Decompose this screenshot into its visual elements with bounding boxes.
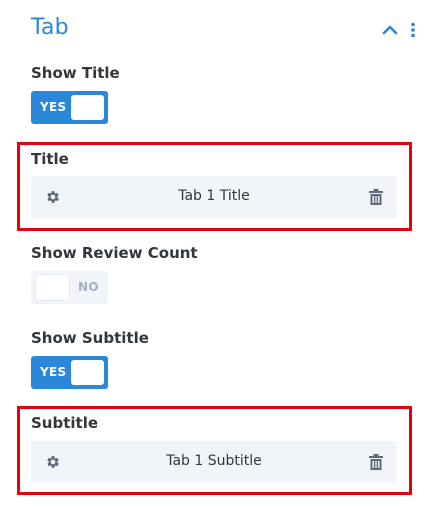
show-title-toggle[interactable]: YES xyxy=(31,91,108,124)
toggle-state-text: YES xyxy=(40,100,67,114)
subtitle-label: Subtitle xyxy=(31,414,99,432)
show-review-count-toggle[interactable]: NO xyxy=(31,271,108,304)
show-subtitle-toggle[interactable]: YES xyxy=(31,356,108,389)
title-label: Title xyxy=(31,150,69,168)
trash-icon[interactable] xyxy=(369,454,383,470)
more-options-button[interactable] xyxy=(406,20,420,40)
subtitle-item-text: Tab 1 Subtitle xyxy=(166,453,262,469)
toggle-state-text: YES xyxy=(40,365,67,379)
show-subtitle-label: Show Subtitle xyxy=(31,329,149,347)
more-vertical-icon xyxy=(411,22,415,38)
collapse-button[interactable] xyxy=(380,22,400,38)
trash-icon[interactable] xyxy=(369,189,383,205)
chevron-up-icon xyxy=(382,25,398,35)
show-review-count-label: Show Review Count xyxy=(31,244,198,262)
show-title-label: Show Title xyxy=(31,64,120,82)
toggle-state-text: NO xyxy=(78,280,99,294)
subtitle-item-row[interactable]: Tab 1 Subtitle xyxy=(31,441,397,483)
toggle-knob xyxy=(71,95,104,120)
toggle-knob xyxy=(36,275,69,300)
toggle-knob xyxy=(71,360,104,385)
title-item-row[interactable]: Tab 1 Title xyxy=(31,176,397,218)
section-title: Tab xyxy=(31,15,69,40)
title-item-text: Tab 1 Title xyxy=(178,188,250,204)
